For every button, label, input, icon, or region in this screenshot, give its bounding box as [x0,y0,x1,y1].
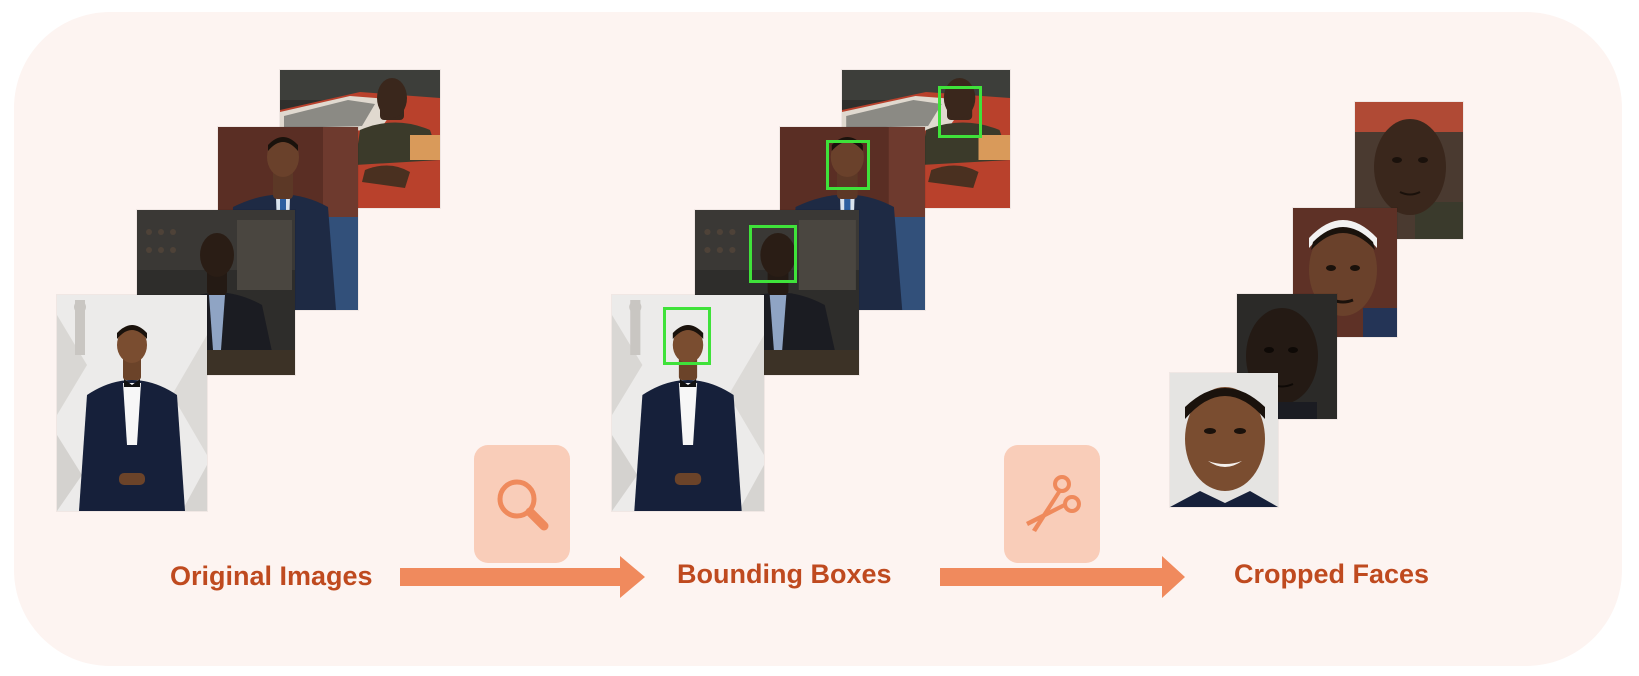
face-bounding-box [938,86,982,138]
face-bounding-box [749,225,797,283]
cropped-face-1 [1170,373,1278,507]
original-images-label: Original Images [170,561,373,591]
face-bounding-box [663,307,711,365]
cropped-faces-label: Cropped Faces [1234,559,1430,589]
scissors-icon [1026,475,1081,532]
search-icon [497,479,549,531]
original-image-1 [57,295,207,511]
bounding-boxes-label: Bounding Boxes [677,559,892,589]
detect-tool [474,445,570,563]
crop-tool [1004,445,1100,563]
detected-image-1 [612,295,764,511]
face-bounding-box [826,140,870,190]
